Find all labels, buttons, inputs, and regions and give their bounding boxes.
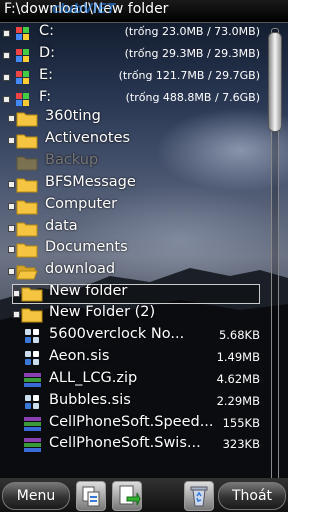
drive-label: C: xyxy=(39,23,55,39)
drive-row[interactable]: C: (trống 23.0MB / 73.0MB) xyxy=(0,22,262,44)
copy-icon xyxy=(82,486,100,507)
file-name: CellPhoneSoft.Swis... xyxy=(49,435,201,451)
expand-toggle[interactable] xyxy=(3,74,10,81)
recycle-bin-button[interactable] xyxy=(184,481,214,511)
expand-toggle[interactable] xyxy=(8,246,15,253)
file-name: Aeon.sis xyxy=(49,348,110,364)
expand-toggle[interactable] xyxy=(8,181,15,188)
file-row[interactable]: Aeon.sis 1.49MB xyxy=(0,347,262,369)
file-name: CellPhoneSoft.Speed... xyxy=(49,414,214,430)
menu-button[interactable]: Menu xyxy=(2,482,70,510)
zip-file-icon xyxy=(22,436,44,454)
folder-row[interactable]: download xyxy=(0,260,262,282)
file-name: ALL_LCG.zip xyxy=(49,370,138,386)
file-row[interactable]: Bubbles.sis 2.29MB xyxy=(0,391,262,413)
expand-toggle[interactable] xyxy=(3,30,10,37)
folder-row-selected[interactable]: New folder xyxy=(0,282,262,304)
file-row[interactable]: 5600verclock No... 5.68KB xyxy=(0,325,262,347)
file-row[interactable]: ALL_LCG.zip 4.62MB xyxy=(0,369,262,391)
expand-toggle[interactable] xyxy=(3,52,10,59)
folder-name: Backup xyxy=(45,152,99,168)
drive-space: (trống 23.0MB / 73.0MB) xyxy=(124,25,260,38)
folder-row[interactable]: Computer xyxy=(0,195,262,217)
expand-toggle[interactable] xyxy=(8,203,15,210)
folder-name: New Folder (2) xyxy=(49,304,156,320)
drive-icon xyxy=(12,90,34,108)
expand-toggle[interactable] xyxy=(13,311,20,318)
drive-space: (trống 488.8MB / 7.6GB) xyxy=(125,91,260,104)
folder-open-icon xyxy=(16,262,38,280)
expand-toggle[interactable] xyxy=(8,225,15,232)
softkey-bar: Menu Thoát xyxy=(0,478,288,512)
folder-name: Computer xyxy=(45,196,118,212)
drive-space: (trống 29.3MB / 29.3MB) xyxy=(124,47,260,60)
drive-label: E: xyxy=(39,67,54,83)
title-bar: F:\download\New folder clubVIET xyxy=(0,0,288,23)
folder-name: Activenotes xyxy=(45,130,131,146)
folder-icon xyxy=(16,153,38,171)
folder-icon xyxy=(16,131,38,149)
folder-name: download xyxy=(45,261,116,277)
file-size: 155KB xyxy=(222,416,260,430)
folder-name: 360ting xyxy=(45,108,101,124)
exit-button[interactable]: Thoát xyxy=(218,482,286,510)
scroll-thumb[interactable] xyxy=(268,32,282,132)
folder-row[interactable]: data xyxy=(0,217,262,239)
recycle-bin-icon xyxy=(190,486,208,507)
move-file-icon xyxy=(119,485,141,506)
sis-file-icon xyxy=(22,393,44,411)
drive-row[interactable]: D: (trống 29.3MB / 29.3MB) xyxy=(0,44,262,66)
file-name: 5600verclock No... xyxy=(49,326,185,342)
folder-icon xyxy=(21,305,43,323)
file-size: 5.68KB xyxy=(218,328,260,342)
folder-row[interactable]: New Folder (2) xyxy=(0,303,262,325)
folder-icon xyxy=(16,175,38,193)
file-name: Bubbles.sis xyxy=(49,392,131,408)
folder-row[interactable]: 360ting xyxy=(0,107,262,129)
file-size: 323KB xyxy=(222,437,260,451)
collapse-toggle[interactable] xyxy=(3,96,10,103)
zip-file-icon xyxy=(22,371,44,389)
folder-row[interactable]: Backup xyxy=(0,151,262,173)
file-row[interactable]: CellPhoneSoft.Speed... 155KB xyxy=(0,413,262,435)
folder-row[interactable]: Documents xyxy=(0,238,262,260)
move-file-button[interactable] xyxy=(112,481,142,511)
expand-toggle[interactable] xyxy=(8,115,15,122)
zip-file-icon xyxy=(22,415,44,433)
drive-icon xyxy=(12,46,34,64)
folder-icon xyxy=(16,109,38,127)
collapse-toggle[interactable] xyxy=(8,268,15,275)
folder-name: Documents xyxy=(45,239,128,255)
folder-icon xyxy=(16,197,38,215)
file-size: 1.49MB xyxy=(216,350,260,364)
drive-label: F: xyxy=(39,89,52,105)
folder-name: data xyxy=(45,218,78,234)
drive-space: (trống 121.7MB / 29.7GB) xyxy=(118,69,260,82)
file-size: 4.62MB xyxy=(216,372,260,386)
file-size: 2.29MB xyxy=(216,394,260,408)
drive-icon xyxy=(12,24,34,42)
expand-toggle[interactable] xyxy=(13,290,20,297)
expand-toggle[interactable] xyxy=(8,137,15,144)
watermark: clubVIET xyxy=(52,2,116,17)
drive-icon xyxy=(12,68,34,86)
folder-row[interactable]: BFSMessage xyxy=(0,173,262,195)
sis-file-icon xyxy=(22,349,44,367)
copy-files-button[interactable] xyxy=(76,481,106,511)
drive-label: D: xyxy=(39,45,56,61)
folder-name: BFSMessage xyxy=(45,174,136,190)
folder-name: New folder xyxy=(49,283,128,299)
drive-row[interactable]: E: (trống 121.7MB / 29.7GB) xyxy=(0,66,262,88)
folder-icon xyxy=(16,240,38,258)
sis-file-icon xyxy=(22,327,44,345)
folder-icon xyxy=(16,219,38,237)
scrollbar[interactable] xyxy=(265,26,283,490)
folder-icon xyxy=(21,284,43,302)
folder-row[interactable]: Activenotes xyxy=(0,129,262,151)
file-row[interactable]: CellPhoneSoft.Swis... 323KB xyxy=(0,434,262,456)
